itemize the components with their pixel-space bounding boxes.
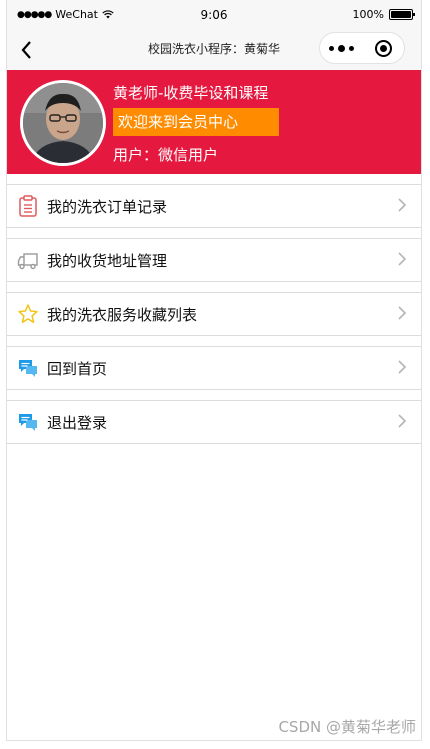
menu-item-orders[interactable]: 我的洗衣订单记录 (7, 184, 421, 228)
menu-item-home[interactable]: 回到首页 (7, 346, 421, 390)
user-label: 用户：微信用户 (113, 146, 219, 164)
menu-item-label: 退出登录 (47, 414, 108, 432)
user-photo (23, 83, 103, 163)
battery-percent: 100% (352, 8, 384, 21)
more-dot-icon (337, 44, 345, 52)
menu-list: 我的洗衣订单记录 我的收货地址管理 我的洗衣服务收藏列表 回到首页 退出登录 (7, 184, 421, 454)
menu-item-favorites[interactable]: 我的洗衣服务收藏列表 (7, 292, 421, 336)
star-icon (18, 304, 38, 324)
close-miniprogram-button[interactable] (362, 33, 404, 63)
profile-name: 黄老师-收费毕设和课程 (113, 84, 269, 102)
more-dot-icon (348, 45, 354, 51)
menu-item-label: 我的洗衣订单记录 (47, 198, 168, 216)
battery-group: 100% (352, 8, 415, 21)
menu-item-label: 我的洗衣服务收藏列表 (47, 306, 198, 324)
more-button[interactable] (320, 33, 362, 63)
welcome-banner: 欢迎来到会员中心 (113, 108, 279, 136)
more-dot-icon (328, 45, 334, 51)
status-bar: ●●●●● WeChat 9:06 100% (7, 0, 421, 30)
menu-item-address[interactable]: 我的收货地址管理 (7, 238, 421, 282)
battery-icon (389, 9, 415, 20)
watermark: CSDN @黄菊华老师 (278, 718, 416, 736)
chevron-right-icon (398, 306, 407, 320)
clipboard-icon (19, 195, 37, 217)
avatar (20, 80, 106, 166)
target-icon (374, 39, 392, 57)
phone-frame: ●●●●● WeChat 9:06 100% 校园洗衣小程序：黄菊华 黄老师-收… (6, 0, 422, 741)
chevron-right-icon (398, 360, 407, 374)
chat-bubble-icon (19, 414, 37, 431)
truck-icon (17, 253, 38, 270)
menu-item-label: 回到首页 (47, 360, 108, 378)
chevron-right-icon (398, 198, 407, 212)
nav-bar: 校园洗衣小程序：黄菊华 (7, 30, 421, 70)
chevron-right-icon (398, 252, 407, 266)
menu-item-logout[interactable]: 退出登录 (7, 400, 421, 444)
chat-bubble-icon (19, 360, 37, 377)
capsule-menu (319, 32, 405, 64)
menu-item-label: 我的收货地址管理 (47, 252, 168, 270)
profile-header: 黄老师-收费毕设和课程 欢迎来到会员中心 用户：微信用户 (7, 70, 421, 174)
chevron-right-icon (398, 414, 407, 428)
